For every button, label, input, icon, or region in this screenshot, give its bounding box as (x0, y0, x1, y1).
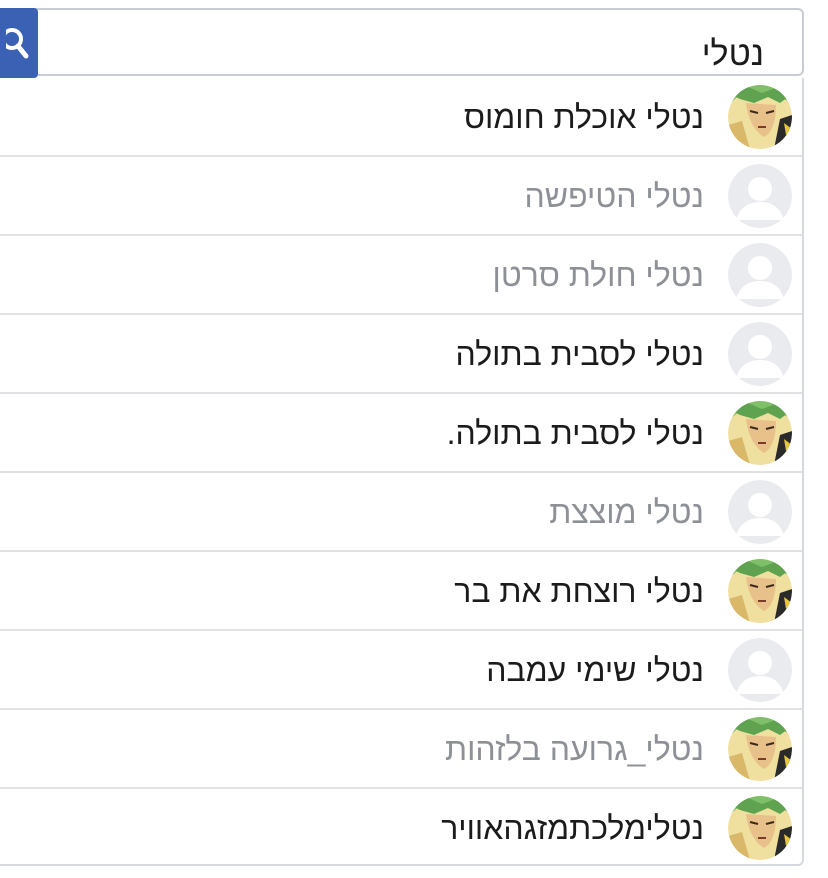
search-input[interactable]: נטלי (0, 8, 804, 76)
result-name: נטלי אוכלת חומוס (463, 99, 704, 135)
profile-avatar (728, 796, 792, 860)
result-name: נטלי לסבית בתולה (455, 336, 704, 372)
result-row[interactable]: נטלי מוצצת (0, 473, 802, 552)
search-button[interactable] (0, 8, 38, 78)
result-row[interactable]: נטלי הטיפשה (0, 157, 802, 236)
result-row[interactable]: נטלי רוצחת את בר (0, 552, 802, 631)
profile-avatar (728, 401, 792, 465)
result-name: נטלי_גרועה בלזהות (445, 731, 704, 767)
search-icon (6, 28, 29, 59)
result-name: נטלי מוצצת (549, 494, 704, 530)
profile-avatar (728, 559, 792, 623)
profile-avatar (728, 85, 792, 149)
default-avatar-icon (728, 480, 792, 544)
default-avatar-icon (728, 164, 792, 228)
search-dropdown-screen: נטלי נטלי אוכלת חומוס נטלי הטיפשה נטלי ח… (0, 0, 828, 878)
result-row[interactable]: נטלי שימי עמבה (0, 631, 802, 710)
result-name: נטלי רוצחת את בר (454, 573, 704, 609)
result-row[interactable]: נטלי לסבית בתולה. (0, 394, 802, 473)
default-avatar-icon (728, 322, 792, 386)
result-row[interactable]: נטלימלכתמזגהאוויר (0, 789, 802, 868)
result-name: נטלימלכתמזגהאוויר (441, 810, 704, 846)
result-name: נטלי הטיפשה (524, 178, 705, 214)
default-avatar-icon (728, 243, 792, 307)
result-name: נטלי חולת סרטן (492, 257, 704, 293)
profile-avatar (728, 717, 792, 781)
result-name: נטלי לסבית בתולה. (446, 415, 704, 451)
result-row[interactable]: נטלי אוכלת חומוס (0, 78, 802, 157)
result-name: נטלי שימי עמבה (486, 652, 704, 688)
results-list: נטלי אוכלת חומוס נטלי הטיפשה נטלי חולת ס… (0, 78, 804, 866)
result-row[interactable]: נטלי חולת סרטן (0, 236, 802, 315)
result-row[interactable]: נטלי לסבית בתולה (0, 315, 802, 394)
search-query-text: נטלי (701, 35, 764, 73)
default-avatar-icon (728, 638, 792, 702)
result-row[interactable]: נטלי_גרועה בלזהות (0, 710, 802, 789)
